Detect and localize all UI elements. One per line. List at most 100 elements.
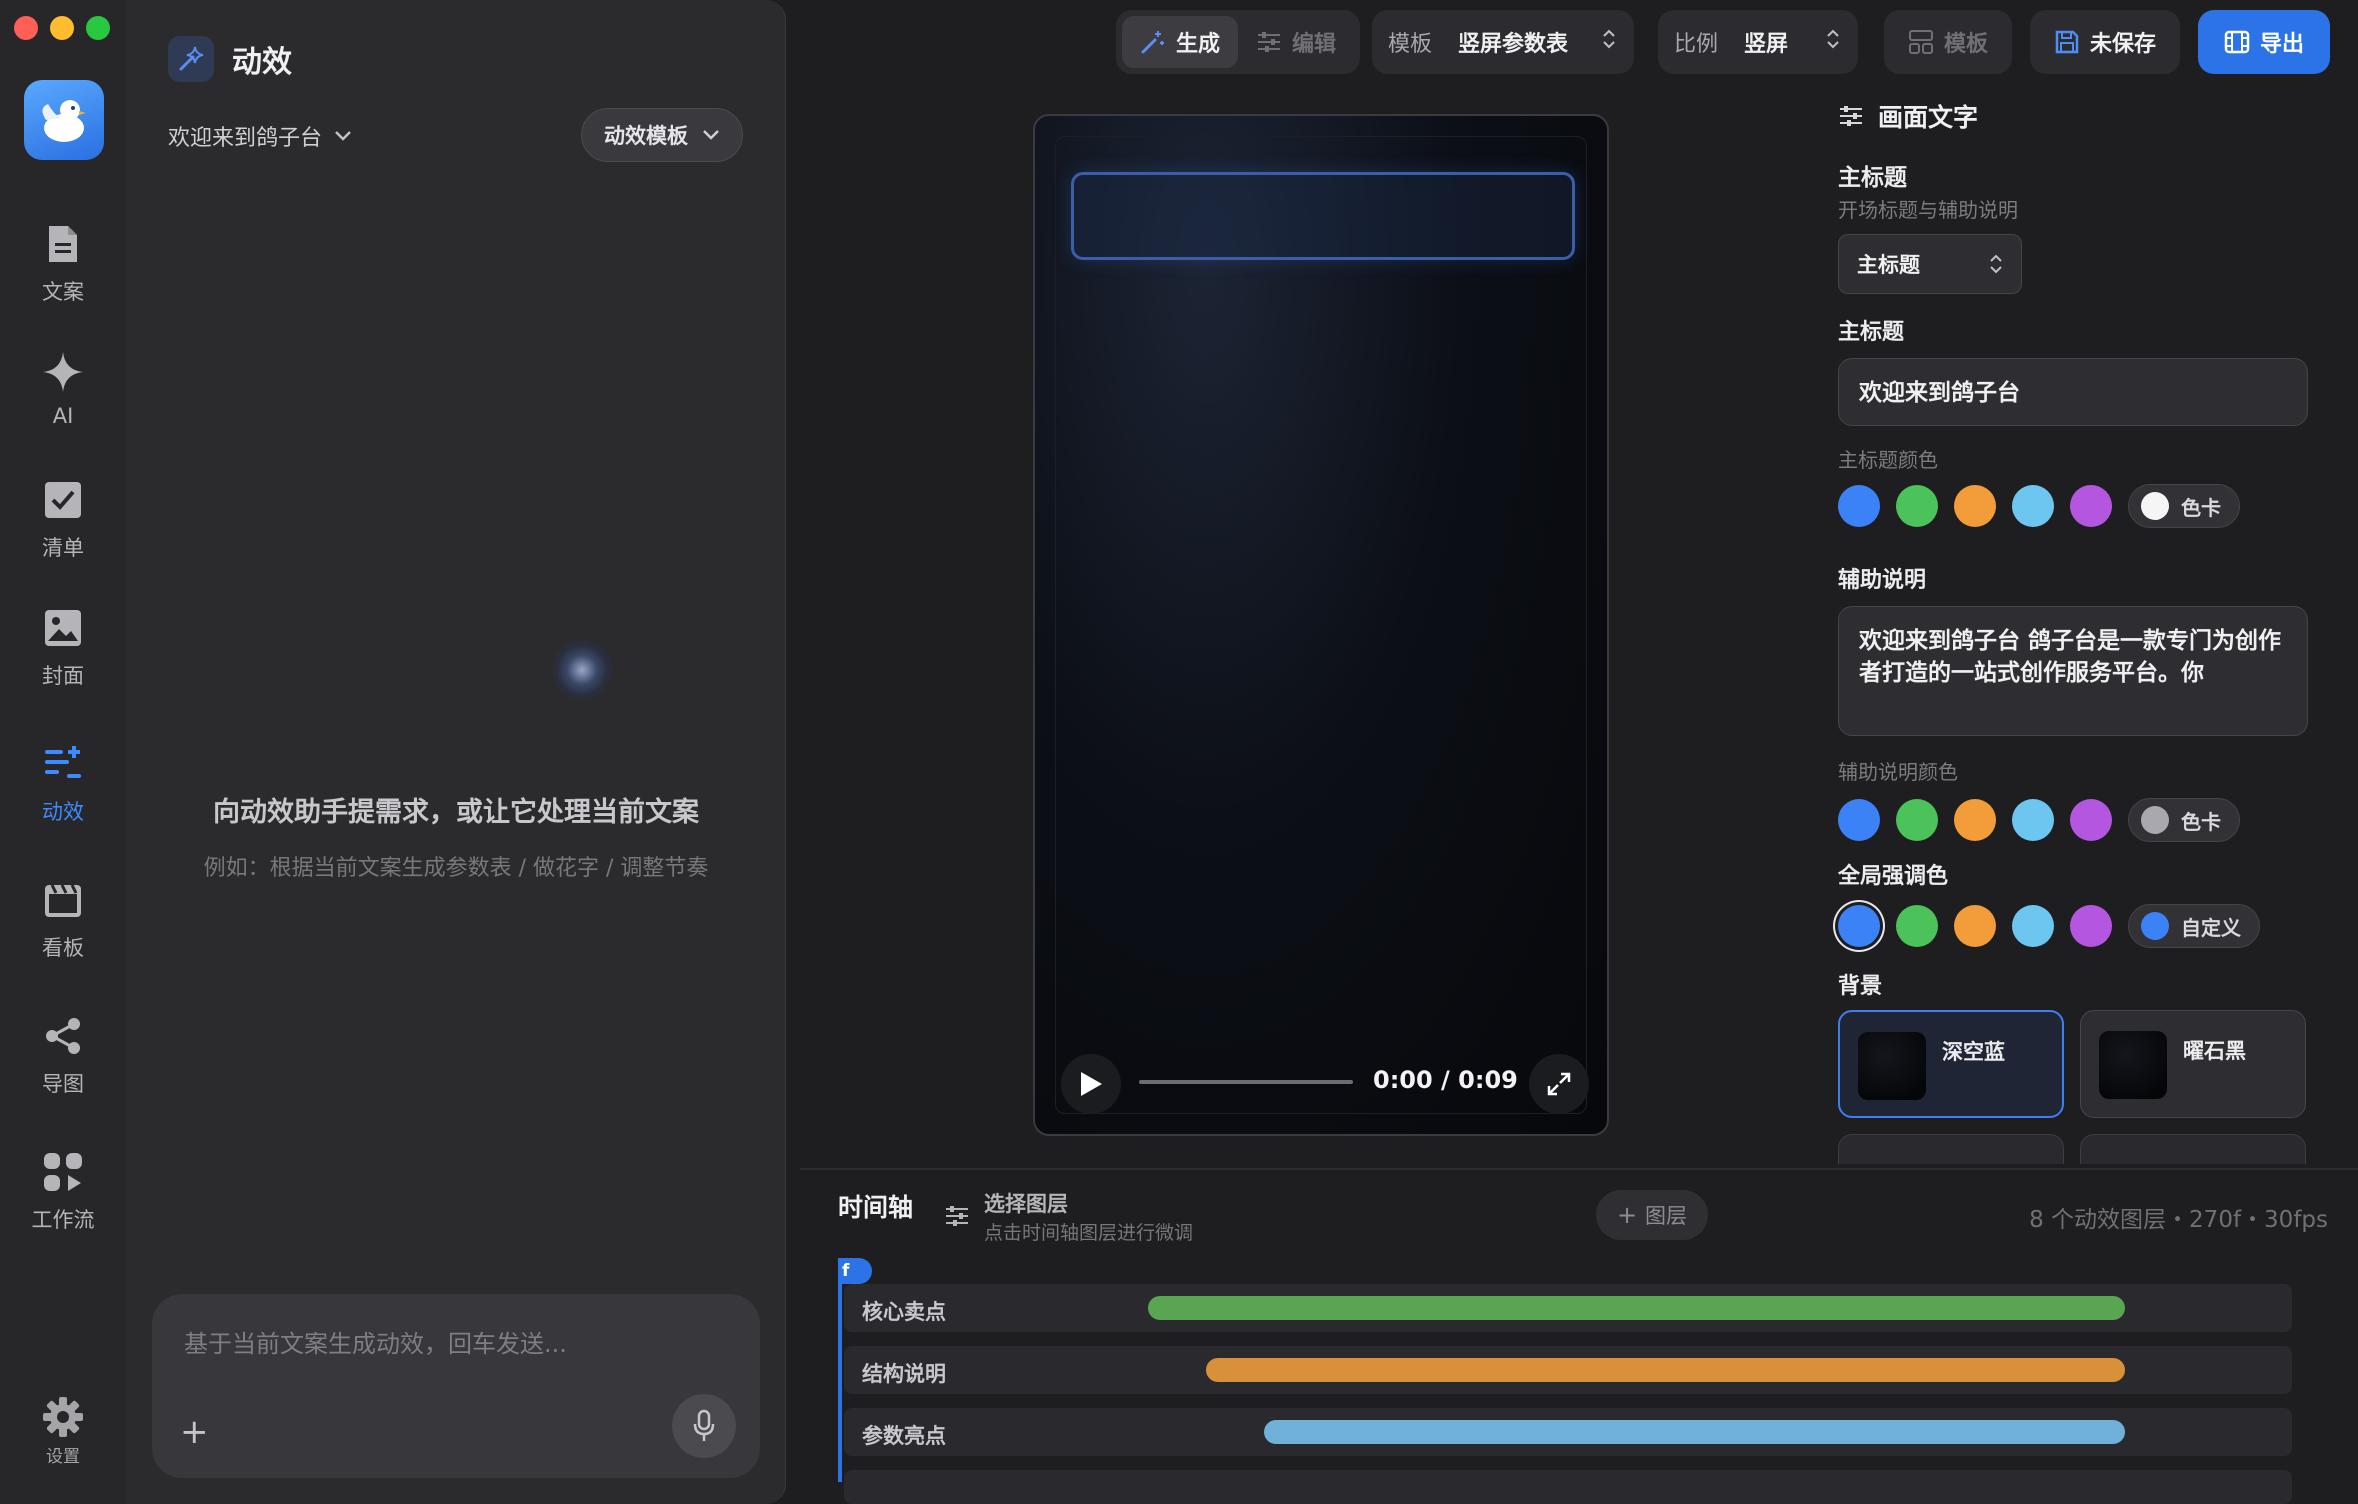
generate-mode-label: 生成 bbox=[1176, 32, 1221, 57]
aux-color-card-button[interactable]: 色卡 bbox=[2128, 798, 2240, 842]
color-swatch[interactable] bbox=[2012, 799, 2054, 841]
color-swatch[interactable] bbox=[2012, 485, 2054, 527]
motion-assistant-panel: 动效 欢迎来到鸽子台 动效模板 向动效助手提需求，或让它处理当前文案 例如：根据… bbox=[126, 0, 786, 1504]
template-select[interactable]: 模板 竖屏参数表 bbox=[1372, 10, 1635, 74]
background-thumbnail bbox=[2099, 1031, 2167, 1099]
color-card-label: 色卡 bbox=[2181, 495, 2221, 520]
current-color-dot bbox=[2141, 806, 2169, 834]
generate-mode-button[interactable]: 生成 bbox=[1122, 16, 1239, 68]
add-layer-label: 图层 bbox=[1645, 1204, 1688, 1228]
magic-wand-icon bbox=[1141, 31, 1164, 54]
updown-chevron-icon bbox=[1990, 254, 2002, 274]
track-clip[interactable] bbox=[1263, 1420, 2126, 1444]
nav-item-ai[interactable]: AI bbox=[0, 350, 126, 428]
motion-template-label: 动效模板 bbox=[604, 124, 688, 148]
color-swatch[interactable] bbox=[1954, 905, 1996, 947]
edit-mode-button[interactable]: 编辑 bbox=[1238, 16, 1354, 68]
title-color-card-button[interactable]: 色卡 bbox=[2128, 484, 2240, 528]
nav-item-board[interactable]: 看板 bbox=[0, 878, 126, 962]
color-swatch[interactable] bbox=[1838, 799, 1880, 841]
nav-item-cover[interactable]: 封面 bbox=[0, 606, 126, 690]
color-swatch[interactable] bbox=[2012, 905, 2054, 947]
element-select[interactable]: 主标题 bbox=[1838, 234, 2022, 294]
ratio-select-value: 竖屏 bbox=[1744, 32, 1789, 57]
ratio-select[interactable]: 比例 竖屏 bbox=[1658, 10, 1859, 74]
track-clip[interactable] bbox=[1206, 1358, 2126, 1382]
dove-icon bbox=[42, 100, 86, 142]
checkbox-icon bbox=[41, 478, 85, 522]
current-color-dot bbox=[2141, 912, 2169, 940]
aux-text-area[interactable]: 欢迎来到鸽子台 鸽子台是一款专门为创作者打造的一站式创作服务平台。你 bbox=[1838, 606, 2308, 736]
color-swatch[interactable] bbox=[1954, 799, 1996, 841]
settings-button[interactable]: 设置 bbox=[0, 1396, 126, 1467]
mode-switch: 生成 编辑 bbox=[1116, 10, 1361, 74]
motion-template-button[interactable]: 动效模板 bbox=[581, 108, 743, 162]
background-option-partial[interactable] bbox=[1838, 1134, 2064, 1164]
aux-color-swatches: 色卡 bbox=[1838, 798, 2240, 842]
title-placeholder-box[interactable] bbox=[1071, 172, 1575, 260]
add-layer-button[interactable]: + 图层 bbox=[1596, 1190, 1708, 1240]
play-icon bbox=[1081, 1072, 1102, 1096]
color-swatch[interactable] bbox=[1896, 799, 1938, 841]
edit-mode-label: 编辑 bbox=[1292, 32, 1337, 57]
playback-scrubber[interactable] bbox=[1139, 1080, 1353, 1084]
sparkle-icon bbox=[41, 350, 85, 394]
color-swatch[interactable] bbox=[1896, 485, 1938, 527]
motion-icon bbox=[41, 742, 85, 786]
nav-item-label: AI bbox=[52, 404, 74, 428]
document-selector[interactable]: 欢迎来到鸽子台 bbox=[168, 120, 352, 152]
microphone-button[interactable] bbox=[672, 1394, 736, 1458]
title-color-swatches: 色卡 bbox=[1838, 484, 2240, 528]
minimize-window-button[interactable] bbox=[50, 16, 74, 40]
play-button[interactable] bbox=[1061, 1054, 1121, 1114]
nav-item-checklist[interactable]: 清单 bbox=[0, 478, 126, 562]
color-swatch[interactable] bbox=[2070, 905, 2112, 947]
window-controls bbox=[14, 16, 110, 40]
color-swatch[interactable] bbox=[1954, 485, 1996, 527]
assistant-orb bbox=[552, 640, 612, 700]
main-title-input[interactable]: 欢迎来到鸽子台 bbox=[1838, 358, 2308, 426]
background-option-deep-blue[interactable]: 深空蓝 bbox=[1838, 1010, 2064, 1118]
nav-item-label: 导图 bbox=[42, 1072, 84, 1096]
microphone-icon bbox=[693, 1409, 715, 1441]
nav-item-motion[interactable]: 动效 bbox=[0, 742, 126, 826]
attach-plus-button[interactable]: + bbox=[180, 1412, 209, 1452]
timeline-track-partial[interactable] bbox=[844, 1470, 2292, 1504]
timeline-track[interactable]: 结构说明 bbox=[844, 1346, 2292, 1394]
template-select-label: 模板 bbox=[1388, 32, 1433, 57]
section-title: 画面文字 bbox=[1878, 103, 1979, 132]
background-label: 背景 bbox=[1838, 974, 1883, 999]
chat-input-placeholder[interactable]: 基于当前文案生成动效，回车发送... bbox=[184, 1324, 567, 1359]
group-subtitle: 开场标题与辅助说明 bbox=[1838, 198, 2018, 222]
timeline-track[interactable]: 参数亮点 bbox=[844, 1408, 2292, 1456]
gear-icon bbox=[43, 1397, 83, 1437]
properties-panel: 画面文字 主标题 开场标题与辅助说明 主标题 主标题 欢迎来到鸽子台 主标题颜色… bbox=[1838, 0, 2358, 1170]
playhead-handle[interactable]: f bbox=[838, 1258, 872, 1284]
color-swatch[interactable] bbox=[2070, 799, 2112, 841]
fullscreen-button[interactable] bbox=[1529, 1054, 1589, 1114]
timeline-divider bbox=[800, 1168, 2358, 1170]
video-preview: 0:00 / 0:09 bbox=[1033, 114, 1609, 1136]
color-swatch[interactable] bbox=[1896, 905, 1938, 947]
accent-custom-button[interactable]: 自定义 bbox=[2128, 904, 2260, 948]
nav-item-mindmap[interactable]: 导图 bbox=[0, 1014, 126, 1098]
chat-input-box[interactable]: 基于当前文案生成动效，回车发送... + bbox=[152, 1294, 760, 1478]
close-window-button[interactable] bbox=[14, 16, 38, 40]
empty-state-title: 向动效助手提需求，或让它处理当前文案 bbox=[213, 797, 699, 828]
chevron-down-icon bbox=[703, 130, 719, 140]
track-name: 结构说明 bbox=[862, 1362, 946, 1386]
color-swatch[interactable] bbox=[1838, 485, 1880, 527]
custom-color-label: 自定义 bbox=[2181, 915, 2241, 940]
nav-item-copy[interactable]: 文案 bbox=[0, 222, 126, 306]
nav-item-workflow[interactable]: 工作流 bbox=[0, 1150, 126, 1234]
settings-label: 设置 bbox=[46, 1447, 80, 1467]
background-option-obsidian[interactable]: 曜石黑 bbox=[2080, 1010, 2306, 1118]
color-swatch[interactable] bbox=[2070, 485, 2112, 527]
app-logo bbox=[24, 80, 104, 160]
zoom-window-button[interactable] bbox=[86, 16, 110, 40]
playhead[interactable] bbox=[838, 1258, 842, 1482]
color-swatch-selected[interactable] bbox=[1838, 905, 1880, 947]
timeline-track[interactable]: 核心卖点 bbox=[844, 1284, 2292, 1332]
background-option-partial[interactable] bbox=[2080, 1134, 2306, 1164]
track-clip[interactable] bbox=[1148, 1296, 2126, 1320]
